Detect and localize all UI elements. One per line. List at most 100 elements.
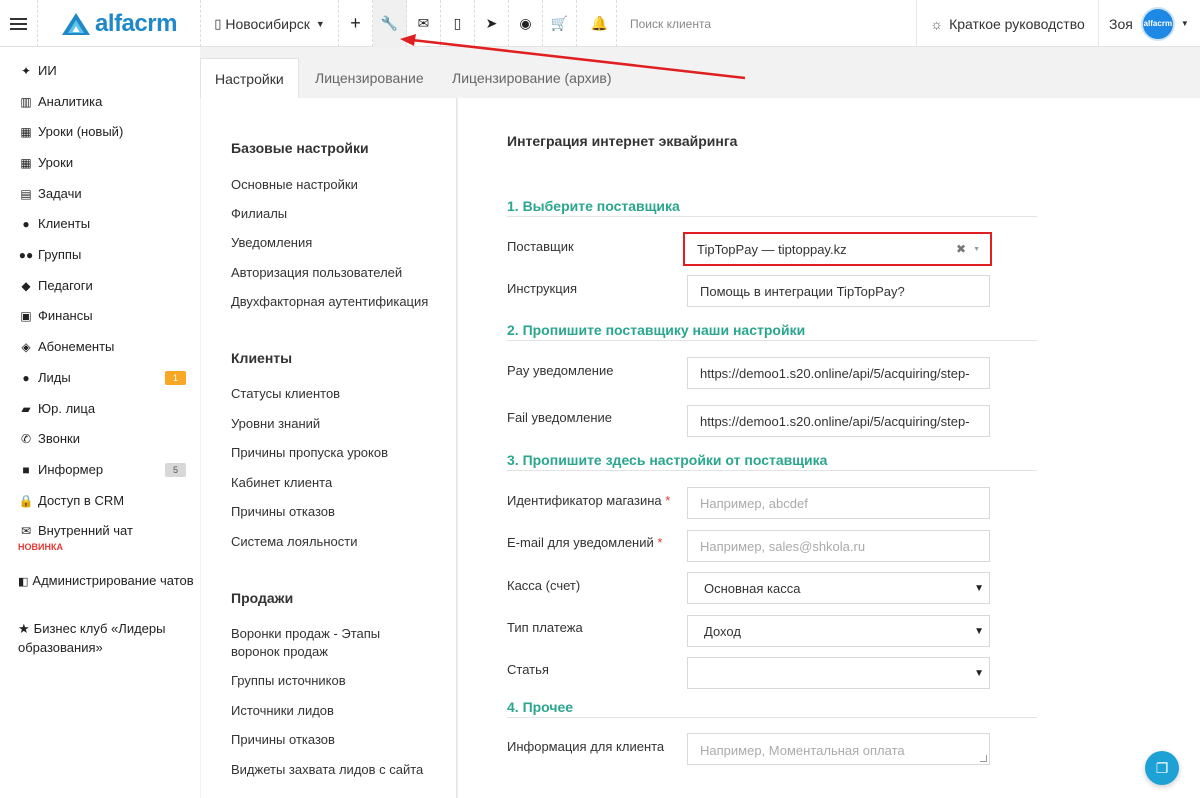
caret-down-icon: ▼ <box>1180 19 1189 28</box>
sidebar: ✦ ИИ ▥ Аналитика ▦ Уроки (новый) ▦ Уроки ▤ За… <box>0 47 200 798</box>
logo-text: alfacrm <box>95 9 177 37</box>
instruction-label: Инструкция <box>507 281 577 296</box>
support-chat-button[interactable]: ❐ <box>1145 751 1179 785</box>
envelope-icon: ✉ <box>20 523 32 538</box>
library-icon: ▥ <box>20 94 32 109</box>
cart-button[interactable]: 🛒 <box>543 0 577 47</box>
tag-icon: ◈ <box>21 339 31 354</box>
menu-item[interactable]: Воронки продаж - Этапы воронок продаж <box>231 625 406 661</box>
menu-section-title: Базовые настройки <box>231 140 369 156</box>
wrench-icon: 🔧 <box>380 15 399 31</box>
sidebar-item-tasks[interactable]: ▤ Задачи <box>18 186 188 201</box>
menu-item[interactable]: Виджеты захвата лидов с сайта <box>231 761 446 779</box>
sidebar-item-lessons[interactable]: ▦ Уроки <box>18 155 188 170</box>
sidebar-item-lessons-new[interactable]: ▦ Уроки (новый) <box>18 124 188 139</box>
fail-notification-field[interactable]: https://demoo1.s20.online/api/5/acquirin… <box>687 405 990 437</box>
search-input[interactable]: Поиск клиента <box>620 0 915 47</box>
menu-item[interactable]: Система лояльности <box>231 533 446 551</box>
client-info-textarea[interactable]: Например, Моментальная оплата <box>687 733 990 765</box>
menu-item[interactable]: Кабинет клиента <box>231 474 446 492</box>
acquiring-form: Интеграция интернет эквайринга 1. Выбери… <box>458 98 1200 798</box>
clear-icon[interactable]: ✖ <box>956 242 966 256</box>
menu-item[interactable]: Уведомления <box>231 234 446 252</box>
star-icon: ★ <box>18 621 30 636</box>
branch-selector[interactable]: ▯ Новосибирск ▼ <box>201 0 339 47</box>
calendar-icon: ▦ <box>20 124 32 139</box>
sidebar-item-crm-access[interactable]: 🔒 Доступ в CRM <box>18 493 188 508</box>
menu-item[interactable]: Уровни знаний <box>231 415 446 433</box>
required-mark: * <box>657 535 663 550</box>
settings-menu: Базовые настройки Основные настройки Фил… <box>201 98 457 798</box>
menu-item[interactable]: Основные настройки <box>231 176 446 194</box>
section-title: 4. Прочее <box>507 699 1037 718</box>
cash-select[interactable]: Основная касса ▼ <box>687 572 990 604</box>
phone-button[interactable]: ▯ <box>441 0 475 47</box>
cart-icon: 🛒 <box>550 15 569 31</box>
settings-button[interactable]: 🔧 <box>373 0 407 47</box>
provider-label: Поставщик <box>507 239 574 254</box>
settings-tabs: Настройки Лицензирование Лицензирование … <box>200 47 1200 98</box>
pay-notification-label: Pay уведомление <box>507 363 614 378</box>
tab-licensing-archive[interactable]: Лицензирование (архив) <box>452 58 612 98</box>
caret-down-icon: ▼ <box>315 18 325 29</box>
new-badge: НОВИНКА <box>18 542 63 552</box>
mail-button[interactable]: ✉ <box>407 0 441 47</box>
section-title: 3. Пропишите здесь настройки от поставщи… <box>507 452 1037 471</box>
telegram-icon: ➤ <box>485 15 498 31</box>
email-label: E-mail для уведомлений * <box>507 535 663 550</box>
menu-item[interactable]: Статусы клиентов <box>231 385 446 403</box>
menu-item[interactable]: Авторизация пользователей <box>231 264 446 282</box>
sidebar-item-subscriptions[interactable]: ◈ Абонементы <box>18 339 188 354</box>
sidebar-item-ai[interactable]: ✦ ИИ <box>18 63 188 78</box>
logo[interactable]: alfacrm <box>38 0 201 47</box>
user-menu[interactable]: Зоя alfacrm ▼ <box>1100 0 1200 47</box>
whatsapp-button[interactable]: ◉ <box>509 0 543 47</box>
sidebar-item-clients[interactable]: ● Клиенты <box>18 216 188 231</box>
building-icon: ▯ <box>214 15 222 31</box>
menu-item[interactable]: Причины пропуска уроков <box>231 444 446 462</box>
sidebar-item-teachers[interactable]: ◆ Педагоги <box>18 278 188 293</box>
graduation-cap-icon: ◆ <box>21 278 31 293</box>
cash-label: Касса (счет) <box>507 578 581 593</box>
sidebar-item-finance[interactable]: ▣ Финансы <box>18 308 188 323</box>
article-select[interactable]: ▼ <box>687 657 990 689</box>
cash-value: Основная касса <box>704 580 801 596</box>
sidebar-item-groups[interactable]: ●● Группы <box>18 247 188 262</box>
email-input[interactable]: Например, sales@shkola.ru <box>687 530 990 562</box>
menu-item[interactable]: Причины отказов <box>231 503 446 521</box>
sidebar-item-informer[interactable]: ■ Информер 5 <box>18 462 188 477</box>
user-name: Зоя <box>1109 15 1133 32</box>
plus-button[interactable]: + <box>339 0 373 47</box>
sidebar-item-analytics[interactable]: ▥ Аналитика <box>18 94 188 109</box>
shop-id-input[interactable]: Например, abcdef <box>687 487 990 519</box>
sidebar-item-internal-chat[interactable]: ✉ Внутренний чат <box>18 523 188 538</box>
tab-settings[interactable]: Настройки <box>200 58 299 98</box>
provider-select[interactable]: TipTopPay — tiptoppay.kz ✖ ▼ <box>683 232 992 266</box>
menu-item[interactable]: Источники лидов <box>231 702 446 720</box>
sidebar-item-calls[interactable]: ✆ Звонки <box>18 431 188 446</box>
tab-licensing[interactable]: Лицензирование <box>315 58 424 98</box>
menu-item[interactable]: Причины отказов <box>231 731 446 749</box>
sidebar-item-legal-entities[interactable]: ▰ Юр. лица <box>18 401 188 416</box>
sidebar-item-business-club[interactable]: ★ Бизнес клуб «Лидеры образования» <box>18 619 198 657</box>
resize-handle-icon[interactable] <box>980 755 987 762</box>
branch-name: Новосибирск <box>225 15 310 32</box>
telegram-button[interactable]: ➤ <box>475 0 509 47</box>
pay-notification-field[interactable]: https://demoo1.s20.online/api/5/acquirin… <box>687 357 990 389</box>
menu-toggle-button[interactable] <box>0 0 38 47</box>
instruction-field[interactable]: Помощь в интеграции TipTopPay? <box>687 275 990 307</box>
menu-item[interactable]: Группы источников <box>231 672 446 690</box>
payment-type-select[interactable]: Доход ▼ <box>687 615 990 647</box>
menu-item[interactable]: Двухфакторная аутентификация <box>231 293 446 311</box>
menu-section-title: Клиенты <box>231 350 293 366</box>
sidebar-item-chat-admin[interactable]: ◧ Администрирование чатов <box>18 571 198 592</box>
chevron-down-icon: ▼ <box>974 582 984 594</box>
notifications-button[interactable]: 🔔 <box>583 0 617 47</box>
menu-item[interactable]: Филиалы <box>231 205 446 223</box>
sidebar-item-leads[interactable]: ● Лиды 1 <box>18 370 188 385</box>
quick-guide-button[interactable]: ☼ Краткое руководство <box>916 0 1099 47</box>
required-mark: * <box>665 493 671 508</box>
shop-id-label: Идентификатор магазина * <box>507 493 671 508</box>
provider-value: TipTopPay — tiptoppay.kz <box>697 241 847 257</box>
section-title: 1. Выберите поставщика <box>507 198 1037 217</box>
